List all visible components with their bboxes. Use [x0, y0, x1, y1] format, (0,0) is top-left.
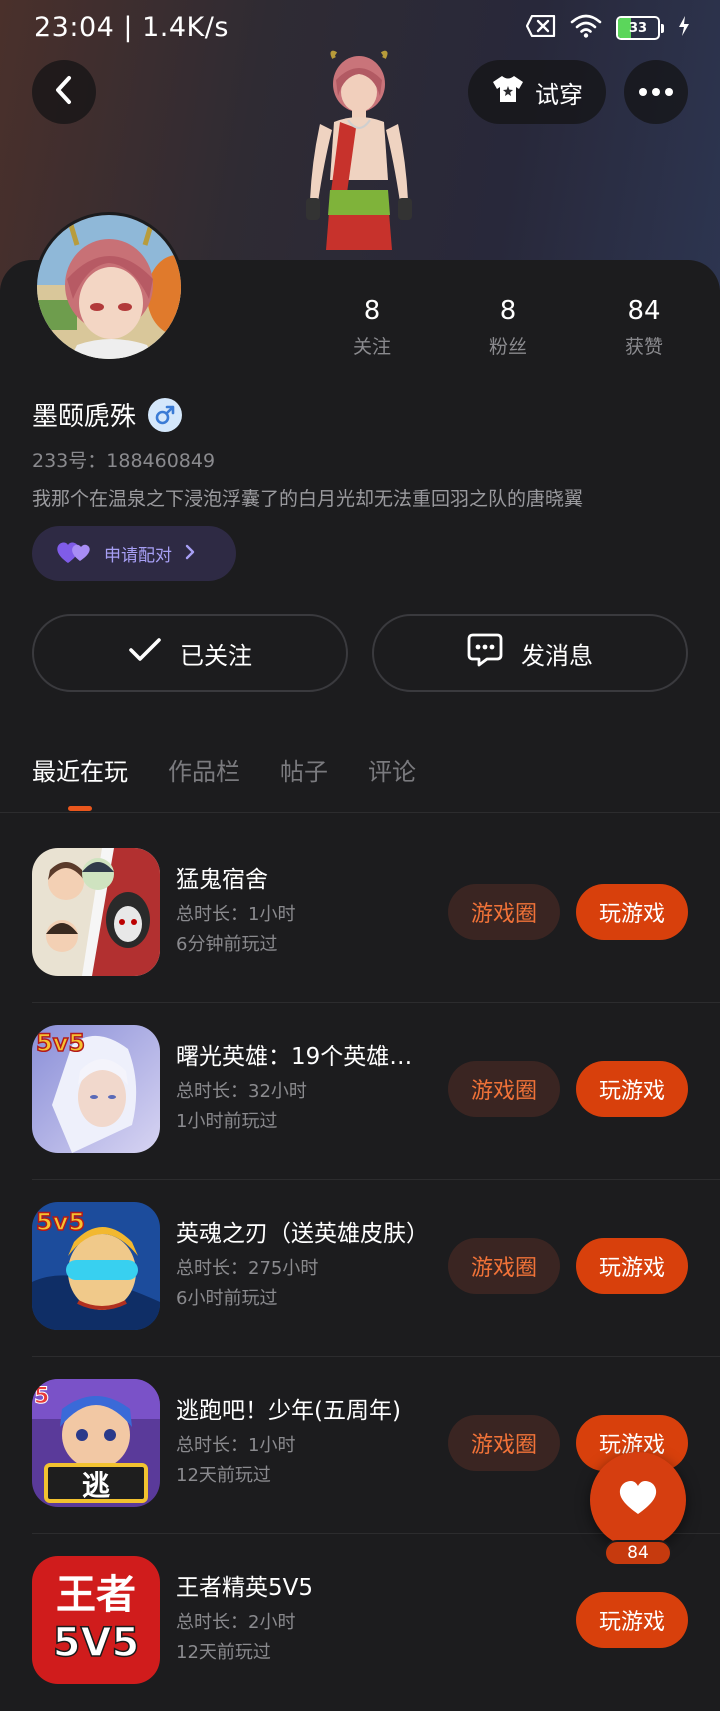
apply-pair-button[interactable]: 申请配对	[32, 526, 236, 581]
game-icon-run-boy: 逃 5	[32, 1379, 160, 1507]
user-id: 233号：188460849	[32, 450, 216, 472]
game-circle-button[interactable]: 游戏圈	[448, 1061, 560, 1117]
game-circle-button[interactable]: 游戏圈	[448, 1238, 560, 1294]
try-on-button[interactable]: 试穿	[468, 60, 606, 124]
game-name: 猛鬼宿舍	[176, 867, 268, 893]
likes-received-count: 84	[627, 296, 661, 326]
game-circle-button[interactable]: 游戏圈	[448, 1415, 560, 1471]
tab-recently-played[interactable]: 最近在玩	[32, 752, 128, 787]
apply-pair-label: 申请配对	[104, 546, 172, 566]
status-bar: 23:04 | 1.4K/s 33	[0, 0, 720, 54]
game-duration: 总时长：2小时	[176, 1612, 296, 1633]
icon-text-escape: 逃	[82, 1469, 110, 1502]
game-name: 英魂之刃（送英雄皮肤）	[176, 1221, 429, 1247]
followers-count: 8	[499, 296, 517, 326]
game-last-played: 1小时前玩过	[176, 1111, 278, 1132]
stat-followers[interactable]: 8 粉丝	[448, 296, 568, 359]
active-tab-indicator	[68, 806, 92, 811]
battery-icon: 33	[616, 16, 664, 40]
more-options-button[interactable]	[624, 60, 688, 124]
back-button[interactable]	[32, 60, 96, 124]
send-message-label: 发消息	[521, 641, 593, 670]
user-bio: 我那个在温泉之下浸泡浮囊了的白月光却无法重回羽之队的唐晓翼	[32, 488, 584, 510]
more-dots-icon	[639, 88, 647, 96]
game-duration: 总时长：32小时	[176, 1081, 307, 1102]
game-icon-kings-elite: 王者 5V5	[32, 1556, 160, 1684]
stat-likes[interactable]: 84 获赞	[584, 296, 704, 359]
game-icon-dawn-heroes: 5v5	[32, 1025, 160, 1153]
username: 墨颐虒殊	[32, 402, 137, 432]
double-heart-icon	[56, 539, 92, 569]
game-last-played: 6小时前玩过	[176, 1288, 278, 1309]
tab-comments[interactable]: 评论	[368, 752, 416, 787]
chat-bubble-icon	[467, 633, 503, 673]
chevron-left-icon	[53, 75, 75, 109]
game-last-played: 12天前玩过	[176, 1642, 271, 1663]
checkmark-icon	[128, 637, 162, 669]
like-button[interactable]	[590, 1452, 686, 1548]
game-duration: 总时长：275小时	[176, 1258, 319, 1279]
likes-received-label: 获赞	[624, 336, 663, 358]
status-icons: 33	[525, 14, 690, 42]
followed-button[interactable]: 已关注	[32, 614, 348, 692]
wifi-icon	[570, 14, 602, 42]
character-avatar-figure	[296, 50, 422, 262]
tab-works[interactable]: 作品栏	[168, 752, 240, 787]
list-item-game[interactable]: 猛鬼宿舍 总时长：1小时 6分钟前玩过 游戏圈 玩游戏	[0, 826, 720, 1003]
following-label: 关注	[352, 336, 391, 358]
icon-text-5v5: 5v5	[36, 1208, 85, 1236]
charging-bolt-icon	[678, 16, 690, 40]
list-item-game[interactable]: 5v5 英魂之刃（送英雄皮肤） 总时长：275小时 6小时前玩过 游戏圈 玩游戏	[0, 1180, 720, 1357]
game-duration: 总时长：1小时	[176, 904, 296, 925]
icon-text-5: 5	[34, 1384, 49, 1409]
game-last-played: 12天前玩过	[176, 1465, 271, 1486]
game-name: 逃跑吧！少年(五周年)	[176, 1398, 401, 1424]
play-game-button[interactable]: 玩游戏	[576, 1238, 688, 1294]
username-row: 墨颐虒殊	[32, 396, 183, 433]
try-on-label: 试穿	[535, 80, 583, 109]
battery-level: 33	[628, 20, 648, 36]
game-icon-ghost-dorm	[32, 848, 160, 976]
send-message-button[interactable]: 发消息	[372, 614, 688, 692]
followers-label: 粉丝	[488, 336, 527, 358]
play-game-button[interactable]: 玩游戏	[576, 1061, 688, 1117]
game-name: 曙光英雄：19个英雄登场	[176, 1044, 432, 1070]
tabs-divider	[0, 812, 720, 813]
stat-following[interactable]: 8 关注	[312, 296, 432, 359]
game-duration: 总时长：1小时	[176, 1435, 296, 1456]
play-game-button[interactable]: 玩游戏	[576, 884, 688, 940]
chevron-right-icon	[184, 543, 196, 565]
tab-posts[interactable]: 帖子	[280, 752, 328, 787]
game-name: 王者精英5V5	[176, 1575, 314, 1601]
game-last-played: 6分钟前玩过	[176, 934, 278, 955]
no-sim-icon	[525, 14, 556, 41]
game-circle-button[interactable]: 游戏圈	[448, 884, 560, 940]
icon-text-wangzhe: 王者	[56, 1572, 136, 1618]
followed-label: 已关注	[180, 641, 252, 670]
game-icon-heroes-blade: 5v5	[32, 1202, 160, 1330]
like-count-badge: 84	[604, 1540, 672, 1566]
avatar[interactable]	[34, 212, 184, 362]
heart-icon	[618, 1480, 658, 1520]
status-time: 23:04 | 1.4K/s	[34, 12, 229, 43]
icon-text-5v5: 5V5	[53, 1620, 140, 1666]
profile-tabs: 最近在玩 作品栏 帖子 评论	[32, 752, 416, 787]
play-game-button[interactable]: 玩游戏	[576, 1592, 688, 1648]
icon-text-5v5: 5v5	[36, 1029, 85, 1057]
male-symbol-icon	[148, 397, 183, 432]
list-item-game[interactable]: 5v5 曙光英雄：19个英雄登场 总时长：32小时 1小时前玩过 游戏圈 玩游戏	[0, 1003, 720, 1180]
following-count: 8	[363, 296, 381, 326]
tshirt-icon	[491, 74, 525, 110]
